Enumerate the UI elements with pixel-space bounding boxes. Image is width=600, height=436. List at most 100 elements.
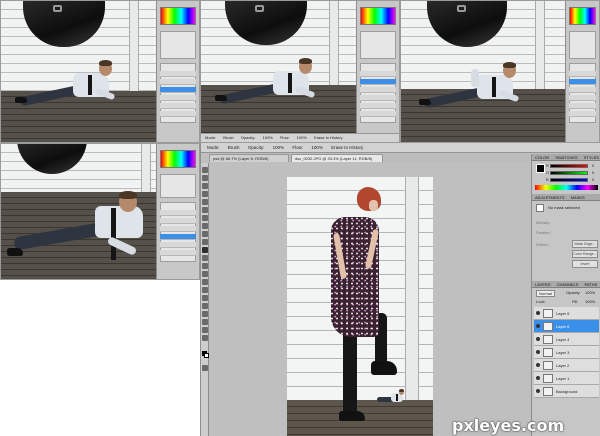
dodge-tool-icon[interactable] bbox=[202, 271, 208, 277]
layer-thumbnail bbox=[543, 335, 553, 344]
mask-edge-button[interactable]: Mask Edge... bbox=[572, 240, 598, 248]
mode-dropdown[interactable]: Brush bbox=[228, 145, 240, 150]
porch-post bbox=[535, 1, 545, 91]
gradient-tool-icon[interactable] bbox=[202, 255, 208, 261]
layer-row-layer-2[interactable]: Layer 2 bbox=[534, 359, 599, 372]
opacity-value[interactable]: 100% bbox=[263, 135, 273, 140]
channel-r-label: R bbox=[546, 163, 549, 168]
color-spectrum[interactable] bbox=[535, 185, 598, 190]
quick-mask-icon[interactable] bbox=[202, 365, 208, 371]
channel-r-value[interactable]: 0 bbox=[592, 163, 594, 168]
hand-tool-icon[interactable] bbox=[202, 327, 208, 333]
mode-label: Mode: bbox=[205, 135, 217, 140]
tab-layers[interactable]: LAYERS bbox=[535, 282, 551, 287]
lasso-tool-icon[interactable] bbox=[202, 183, 208, 189]
blue-slider[interactable] bbox=[550, 178, 588, 182]
step-1-thumbnail bbox=[0, 0, 200, 143]
options-bar: Mode: Brush Opacity: 100% Flow: 100% Era… bbox=[201, 143, 600, 153]
tools-panel bbox=[201, 163, 209, 436]
layer-row-layer-5[interactable]: Layer 5 bbox=[534, 307, 599, 320]
color-swatch-preview[interactable] bbox=[536, 164, 545, 173]
brush-tool-icon[interactable] bbox=[202, 223, 208, 229]
swatches bbox=[360, 7, 396, 25]
flow-field[interactable]: 100% bbox=[311, 145, 323, 150]
flow-label: Flow: bbox=[292, 145, 304, 150]
pen-tool-icon[interactable] bbox=[202, 279, 208, 285]
blend-mode-dropdown[interactable]: Normal bbox=[536, 290, 555, 297]
layer-name: Layer 6 bbox=[556, 324, 570, 329]
marquee-tool-icon[interactable] bbox=[202, 175, 208, 181]
tab-adjustments[interactable]: ADJUSTMENTS bbox=[535, 195, 565, 200]
quick-select-tool-icon[interactable] bbox=[202, 191, 208, 197]
tab-document-1[interactable]: psd @ 66.7% (Layer 6, RGB/8) bbox=[209, 154, 289, 162]
visibility-eye-icon[interactable] bbox=[536, 363, 540, 367]
lock-label: Lock: bbox=[536, 299, 546, 304]
flow-value[interactable]: 100% bbox=[297, 135, 307, 140]
feather-label: Feather: bbox=[536, 230, 551, 235]
visibility-eye-icon[interactable] bbox=[536, 337, 540, 341]
red-slider[interactable] bbox=[550, 164, 588, 168]
history-brush-icon[interactable] bbox=[202, 239, 208, 245]
layer-row-layer-6[interactable]: Layer 6 bbox=[534, 320, 599, 333]
clone-stamp-icon[interactable] bbox=[202, 231, 208, 237]
shape-tool-icon[interactable] bbox=[202, 303, 208, 309]
opacity-field[interactable]: 100% bbox=[585, 290, 595, 295]
invert-button[interactable]: Invert bbox=[572, 260, 598, 268]
healing-brush-icon[interactable] bbox=[202, 215, 208, 221]
step-3-thumbnail bbox=[400, 0, 600, 143]
layer-row-background[interactable]: Background bbox=[534, 385, 599, 398]
refine-label: Refine: bbox=[536, 242, 549, 247]
porch-post bbox=[329, 1, 339, 87]
eraser-tool-icon[interactable] bbox=[202, 247, 208, 253]
3d-rotate-icon[interactable] bbox=[202, 311, 208, 317]
fill-field[interactable]: 100% bbox=[585, 299, 595, 304]
document-canvas[interactable] bbox=[287, 177, 433, 436]
channel-g-value[interactable]: 0 bbox=[592, 170, 594, 175]
background-color-swatch[interactable] bbox=[204, 353, 209, 358]
tab-channels[interactable]: CHANNELS bbox=[557, 282, 579, 287]
3d-orbit-icon[interactable] bbox=[202, 319, 208, 325]
tab-paths[interactable]: PATHS bbox=[585, 282, 598, 287]
visibility-eye-icon[interactable] bbox=[536, 324, 540, 328]
zoom-tool-icon[interactable] bbox=[202, 335, 208, 341]
layer-thumbnail bbox=[543, 348, 553, 357]
eyedropper-tool-icon[interactable] bbox=[202, 207, 208, 213]
tab-color[interactable]: COLOR bbox=[535, 155, 549, 160]
visibility-eye-icon[interactable] bbox=[536, 350, 540, 354]
move-tool-icon[interactable] bbox=[202, 167, 208, 173]
visibility-eye-icon[interactable] bbox=[536, 389, 540, 393]
visibility-eye-icon[interactable] bbox=[536, 311, 540, 315]
erase-history-checkbox[interactable]: Erase to History bbox=[314, 135, 342, 140]
type-tool-icon[interactable] bbox=[202, 287, 208, 293]
opacity-field[interactable]: 100% bbox=[273, 145, 285, 150]
tab-styles[interactable]: STYLES bbox=[584, 155, 599, 160]
step-2-thumbnail: Mode: Brush Opacity: 100% Flow: 100% Era… bbox=[200, 0, 400, 143]
tab-document-2[interactable]: dsc_0032.JPG @ 33.3% (Layer 11, RGB/8) bbox=[291, 154, 383, 162]
crop-tool-icon[interactable] bbox=[202, 199, 208, 205]
tab-swatches[interactable]: SWATCHES bbox=[555, 155, 577, 160]
path-select-icon[interactable] bbox=[202, 295, 208, 301]
layers-panel-tabs: LAYERS CHANNELS PATHS bbox=[532, 281, 600, 288]
visibility-eye-icon[interactable] bbox=[536, 376, 540, 380]
mode-value[interactable]: Brush bbox=[223, 135, 233, 140]
layer-row-layer-3[interactable]: Layer 3 bbox=[534, 346, 599, 359]
porch-post bbox=[405, 177, 419, 402]
color-range-button[interactable]: Color Range... bbox=[572, 250, 598, 258]
layer-name: Layer 3 bbox=[556, 350, 570, 355]
blur-tool-icon[interactable] bbox=[202, 263, 208, 269]
boot-buckle bbox=[255, 5, 264, 12]
channel-b-value[interactable]: 0 bbox=[592, 177, 594, 182]
tab-masks[interactable]: MASKS bbox=[571, 195, 585, 200]
adjustments-panel bbox=[160, 31, 196, 59]
green-slider[interactable] bbox=[550, 171, 588, 175]
step-1-panels bbox=[156, 1, 199, 142]
color-panel-tabs: COLOR SWATCHES STYLES bbox=[532, 154, 600, 161]
opacity-label: Opacity: bbox=[566, 290, 581, 295]
layer-row-layer-4[interactable]: Layer 4 bbox=[534, 333, 599, 346]
layer-row-layer-1[interactable]: Layer 1 bbox=[534, 372, 599, 385]
channel-b-label: B bbox=[546, 177, 549, 182]
erase-history-checkbox[interactable]: Erase to History bbox=[331, 145, 363, 150]
masks-panel-tabs: ADJUSTMENTS MASKS bbox=[532, 194, 600, 201]
step-1-canvas bbox=[1, 1, 158, 142]
mask-status: No mask selected bbox=[548, 205, 580, 210]
